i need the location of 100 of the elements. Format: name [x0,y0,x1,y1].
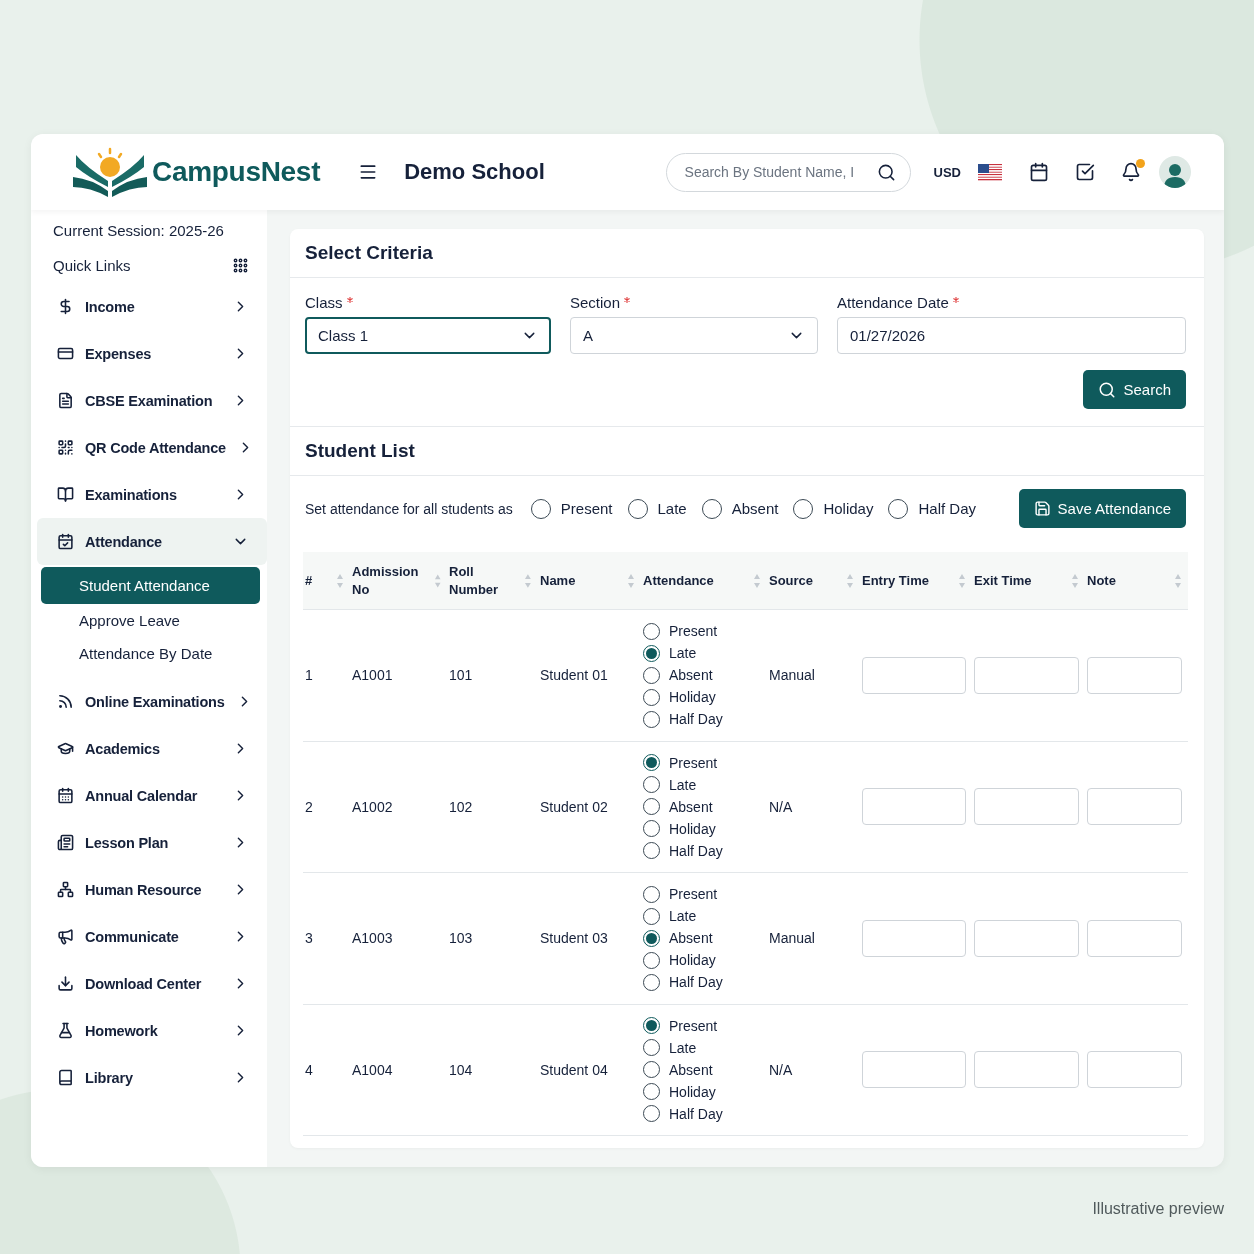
column-header[interactable]: Note [1085,552,1188,610]
column-header[interactable]: Exit Time [972,552,1085,610]
sidebar-item[interactable]: CBSE Examination [37,377,267,424]
select-field[interactable]: Class 1 [305,317,551,354]
note-field[interactable] [1087,788,1182,826]
sidebar-item[interactable]: Expenses [37,330,267,377]
table-cell: A1004 [352,1061,393,1078]
column-header[interactable]: # [303,552,350,610]
radio-option[interactable]: Half Day [643,842,723,860]
radio-option[interactable]: Half Day [643,973,723,991]
radio-option[interactable]: Half Day [888,498,976,519]
time-field[interactable] [862,919,966,957]
time-field[interactable] [974,919,1079,957]
sort-icon[interactable] [753,572,761,589]
radio-option[interactable]: Absent [643,1061,723,1079]
sidebar-item[interactable]: Attendance [37,518,267,565]
sort-icon[interactable] [1071,572,1079,589]
currency-label[interactable]: USD [933,164,961,180]
sidebar-item[interactable]: Online Examinations [37,678,267,725]
search-field[interactable]: Search By Student Name, I [682,163,869,181]
save-attendance-button[interactable]: Save Attendance [1018,489,1186,528]
column-header[interactable]: Admission No [350,552,447,610]
time-field[interactable] [862,788,966,826]
radio-option[interactable]: Half Day [643,1105,723,1123]
sidebar-item[interactable]: Human Resource [37,866,267,913]
radio-option[interactable]: Holiday [643,951,723,969]
radio-option[interactable]: Holiday [643,688,723,706]
time-field[interactable] [974,656,1079,694]
sort-icon[interactable] [627,572,635,589]
table-cell: 4 [305,1061,313,1078]
card-icon [57,345,74,362]
quick-links-label[interactable]: Quick Links [53,257,131,274]
column-header[interactable]: Name [538,552,641,610]
radio-option[interactable]: Late [643,776,723,794]
radio-option[interactable]: Late [643,644,723,662]
sidebar-item[interactable]: QR Code Attendance [37,424,267,471]
table-cell: 104 [449,1061,473,1078]
section-title: Select Criteria [290,229,1204,278]
sidebar-item[interactable]: Examinations [37,471,267,518]
note-field[interactable] [1087,919,1182,957]
radio-option[interactable]: Holiday [643,820,723,838]
column-header[interactable]: Roll Number [447,552,538,610]
radio-option[interactable]: Holiday [793,498,874,519]
column-header[interactable]: Attendance [641,552,767,610]
graduation-cap-icon [57,740,74,757]
note-field[interactable] [1087,1051,1182,1089]
table-cell: Student 02 [540,798,608,815]
time-field[interactable] [974,788,1079,826]
radio-option[interactable]: Late [643,1039,723,1057]
sidebar-subitem[interactable]: Student Attendance [41,567,260,604]
radio-option[interactable]: Present [643,885,723,903]
radio-option[interactable]: Holiday [643,1083,723,1101]
radio-option[interactable]: Absent [643,798,723,816]
radio-option[interactable]: Half Day [643,710,723,728]
search-button[interactable]: Search [1083,370,1186,409]
sort-icon[interactable] [958,572,966,589]
radio-option[interactable]: Late [627,498,687,519]
school-name: Demo School [404,159,545,185]
table-cell: A1001 [352,667,393,684]
sidebar-item[interactable]: Communicate [37,913,267,960]
time-field[interactable] [862,1051,966,1089]
sidebar-item[interactable]: Academics [37,725,267,772]
radio-option[interactable]: Absent [643,929,723,947]
sort-icon[interactable] [524,572,532,589]
flag-icon[interactable] [978,163,1002,181]
sidebar-item[interactable]: Income [37,283,267,330]
sort-icon[interactable] [433,572,441,589]
column-header[interactable]: Source [767,552,860,610]
sidebar-item[interactable]: Library [37,1054,267,1101]
sort-icon[interactable] [1174,572,1182,589]
sidebar-subitem[interactable]: Approve Leave [41,604,260,637]
radio-option[interactable]: Present [530,498,613,519]
calendar-icon[interactable] [1029,162,1049,182]
sidebar-subitem[interactable]: Attendance By Date [41,637,260,670]
radio-option[interactable]: Absent [701,498,779,519]
table-cell: Student 01 [540,667,608,684]
radio-option[interactable]: Present [643,622,723,640]
radio-option[interactable]: Present [643,1017,723,1035]
radio-option[interactable]: Absent [643,666,723,684]
radio-option[interactable]: Late [643,907,723,925]
search-icon[interactable] [876,162,896,182]
grid-icon[interactable] [232,257,249,274]
sidebar-item[interactable]: Annual Calendar [37,772,267,819]
sort-icon[interactable] [336,572,344,589]
column-header[interactable]: Entry Time [860,552,972,610]
bulk-attendance-label: Set attendance for all students as [305,500,513,517]
sidebar-item[interactable]: Lesson Plan [37,819,267,866]
note-field[interactable] [1087,656,1182,694]
date-field[interactable]: 01/27/2026 [837,317,1186,354]
sidebar-item[interactable]: Download Center [37,960,267,1007]
task-check-icon[interactable] [1075,162,1095,182]
radio-option[interactable]: Present [643,754,723,772]
sidebar-item[interactable]: Homework [37,1007,267,1054]
sort-icon[interactable] [846,572,854,589]
avatar-icon[interactable] [1159,156,1191,188]
book-icon [57,486,74,503]
hierarchy-icon [57,881,74,898]
select-field[interactable]: A [570,317,818,354]
time-field[interactable] [974,1051,1079,1089]
time-field[interactable] [862,656,966,694]
